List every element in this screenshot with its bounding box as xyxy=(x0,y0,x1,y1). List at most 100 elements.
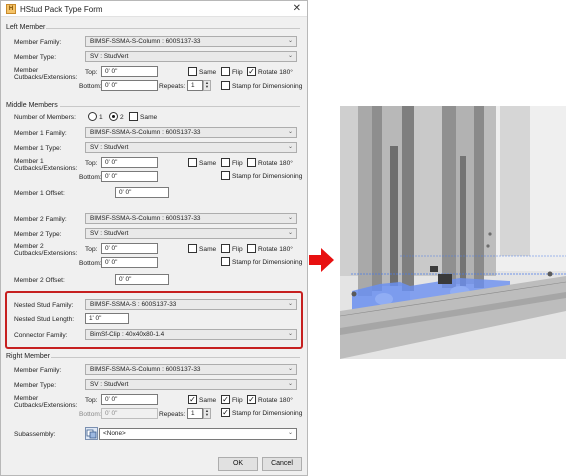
right-stamp-checkbox[interactable]: ✓ xyxy=(221,408,230,417)
number-of-members-label: Number of Members: xyxy=(14,114,76,121)
m1-stamp-checkbox[interactable] xyxy=(221,171,230,180)
m1-same-label: Same xyxy=(199,160,217,167)
dialog-title: HStud Pack Type Form xyxy=(20,5,103,14)
m2-flip-label: Flip xyxy=(232,246,243,253)
right-type-label: Member Type: xyxy=(14,382,57,389)
left-stamp-label: Stamp for Dimensioning xyxy=(232,83,303,90)
m1-bottom-input[interactable]: 0' 0" xyxy=(101,171,158,182)
members-radio-1[interactable] xyxy=(88,112,97,121)
m2-rotate-checkbox[interactable] xyxy=(247,244,256,253)
divider xyxy=(51,357,300,358)
m2-same-label: Same xyxy=(199,246,217,253)
left-flip-label: Flip xyxy=(232,69,243,76)
right-repeats-input[interactable]: 1 xyxy=(187,408,203,419)
m1-family-label: Member 1 Family: xyxy=(14,130,67,137)
middle-same-checkbox[interactable] xyxy=(129,112,138,121)
left-flip-checkbox[interactable] xyxy=(221,67,230,76)
m1-rotate-checkbox[interactable] xyxy=(247,158,256,167)
right-top-input[interactable]: 0' 0" xyxy=(101,394,158,405)
chevron-down-icon: ⌄ xyxy=(287,230,293,236)
right-family-select[interactable]: BIMSF-SSMA-S-Column : 600S137-33 ⌄ xyxy=(85,364,297,375)
chevron-down-icon: ⌄ xyxy=(287,215,293,221)
cancel-button[interactable]: Cancel xyxy=(262,457,302,471)
m1-flip-checkbox[interactable] xyxy=(221,158,230,167)
m2-stamp-label: Stamp for Dimensioning xyxy=(232,259,303,266)
right-repeats-label: Repeats: xyxy=(159,411,186,418)
m1-same-checkbox[interactable] xyxy=(188,158,197,167)
chevron-down-icon: ⌄ xyxy=(287,381,293,387)
m1-offset-input[interactable]: 0' 0" xyxy=(115,187,169,198)
arrow-right-icon xyxy=(309,248,334,272)
right-cutbacks-label-line2: Cutbacks/Extensions: xyxy=(14,402,78,409)
left-rotate-checkbox[interactable]: ✓ xyxy=(247,67,256,76)
m2-rotate-label: Rotate 180° xyxy=(258,246,293,253)
m2-top-label: Top: xyxy=(85,246,98,253)
members-radio-1-label: 1 xyxy=(99,114,103,121)
right-type-select[interactable]: SV : StudVert ⌄ xyxy=(85,379,297,390)
left-family-label: Member Family: xyxy=(14,39,62,46)
right-bottom-label: Bottom: xyxy=(79,411,102,418)
m1-bottom-label: Bottom: xyxy=(79,174,102,181)
right-rotate-checkbox[interactable]: ✓ xyxy=(247,395,256,404)
chevron-down-icon: ⌄ xyxy=(287,53,293,59)
m2-same-checkbox[interactable] xyxy=(188,244,197,253)
left-top-input[interactable]: 0' 0" xyxy=(101,66,158,77)
right-flip-label: Flip xyxy=(232,397,243,404)
m1-cutbacks-label-line1: Member 1 xyxy=(14,158,44,165)
section-middle-members: Middle Members xyxy=(6,102,58,109)
m2-type-select[interactable]: SV : StudVert ⌄ xyxy=(85,228,297,239)
m1-top-input[interactable]: 0' 0" xyxy=(101,157,158,168)
m2-stamp-checkbox[interactable] xyxy=(221,257,230,266)
m2-bottom-input[interactable]: 0' 0" xyxy=(101,257,158,268)
subassembly-select[interactable]: <None> ⌄ xyxy=(99,428,297,440)
section-left-member: Left Member xyxy=(6,24,46,31)
left-type-select[interactable]: SV : StudVert ⌄ xyxy=(85,51,297,62)
app-icon: H xyxy=(6,4,16,14)
chevron-down-icon: ⌄ xyxy=(287,129,293,135)
m1-type-select[interactable]: SV : StudVert ⌄ xyxy=(85,142,297,153)
m1-top-label: Top: xyxy=(85,160,98,167)
subassembly-icon xyxy=(85,427,98,440)
3d-model-viewport[interactable] xyxy=(340,106,566,359)
m2-family-label: Member 2 Family: xyxy=(14,216,67,223)
right-top-label: Top: xyxy=(85,397,98,404)
stud-pack-3d-render xyxy=(340,106,566,359)
left-family-select[interactable]: BIMSF-SSMA-S-Column : 600S137-33 ⌄ xyxy=(85,36,297,47)
m2-family-select[interactable]: BIMSF-SSMA-S-Column : 600S137-33 ⌄ xyxy=(85,213,297,224)
ok-button[interactable]: OK xyxy=(218,457,258,471)
chevron-down-icon: ⌄ xyxy=(287,366,293,372)
m2-top-input[interactable]: 0' 0" xyxy=(101,243,158,254)
m2-cutbacks-label-line1: Member 2 xyxy=(14,243,44,250)
left-same-label: Same xyxy=(199,69,217,76)
left-top-label: Top: xyxy=(85,69,98,76)
m1-type-label: Member 1 Type: xyxy=(14,145,62,152)
m2-offset-label: Member 2 Offset: xyxy=(14,277,65,284)
m2-flip-checkbox[interactable] xyxy=(221,244,230,253)
left-same-checkbox[interactable] xyxy=(188,67,197,76)
m2-offset-input[interactable]: 0' 0" xyxy=(115,274,169,285)
right-family-label: Member Family: xyxy=(14,367,62,374)
m1-family-select[interactable]: BIMSF-SSMA-S-Column : 600S137-33 ⌄ xyxy=(85,127,297,138)
right-repeats-spinner[interactable]: ▲ ▼ xyxy=(203,408,211,419)
right-stamp-label: Stamp for Dimensioning xyxy=(232,410,303,417)
m1-flip-label: Flip xyxy=(232,160,243,167)
left-bottom-input[interactable]: 0' 0" xyxy=(101,80,158,91)
members-radio-2-label: 2 xyxy=(120,114,124,121)
middle-same-label: Same xyxy=(140,114,158,121)
members-radio-2[interactable] xyxy=(109,112,118,121)
right-flip-checkbox[interactable]: ✓ xyxy=(221,395,230,404)
m1-stamp-label: Stamp for Dimensioning xyxy=(232,173,303,180)
m2-cutbacks-label-line2: Cutbacks/Extensions: xyxy=(14,250,78,257)
close-icon[interactable]: ✕ xyxy=(293,3,301,14)
chevron-down-icon: ⌄ xyxy=(287,38,293,44)
left-repeats-spinner[interactable]: ▲ ▼ xyxy=(203,80,211,91)
m2-type-label: Member 2 Type: xyxy=(14,231,62,238)
left-cutbacks-label-line1: Member xyxy=(14,67,39,74)
left-stamp-checkbox[interactable] xyxy=(221,81,230,90)
right-same-checkbox[interactable]: ✓ xyxy=(188,395,197,404)
right-bottom-input[interactable]: 0' 0" xyxy=(101,408,158,419)
left-repeats-input[interactable]: 1 xyxy=(187,80,203,91)
chevron-down-icon: ⌄ xyxy=(287,144,293,150)
subassembly-icon-glyph xyxy=(86,429,97,439)
title-bar: H HStud Pack Type Form ✕ xyxy=(1,1,307,17)
